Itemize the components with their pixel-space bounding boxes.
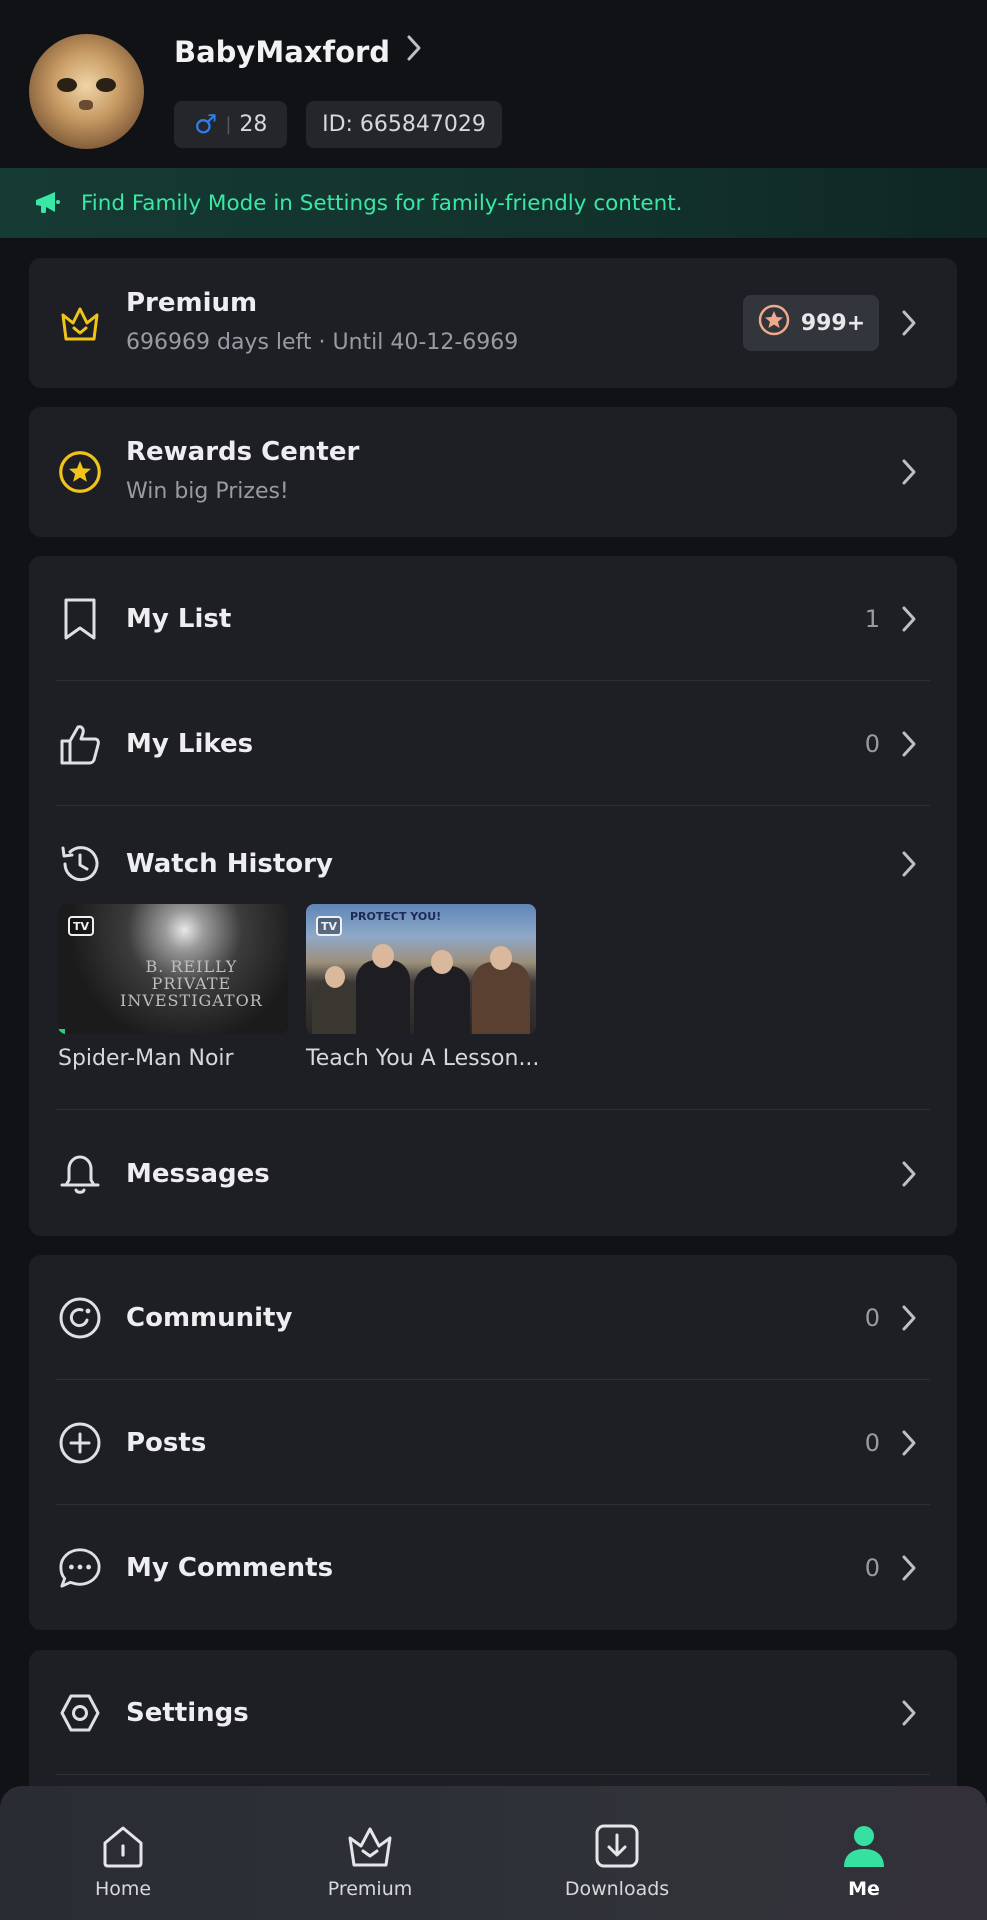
- pill-separator: |: [225, 114, 232, 135]
- avatar-eye: [96, 78, 116, 92]
- crown-icon: [346, 1822, 394, 1870]
- tab-me[interactable]: Me: [741, 1786, 987, 1920]
- tab-label: Downloads: [564, 1878, 670, 1900]
- divider: [56, 1774, 930, 1775]
- banner-text: Find Family Mode in Settings for family-…: [81, 190, 683, 216]
- bookmark-icon: [58, 597, 102, 641]
- community-icon: [58, 1296, 102, 1340]
- person-icon: [840, 1822, 888, 1870]
- community-label: Community: [126, 1302, 293, 1333]
- history-icon: [58, 842, 102, 886]
- bottom-tab-bar: Home Premium Downloads Me: [0, 1786, 987, 1920]
- posts-label: Posts: [126, 1427, 207, 1458]
- history-item-title: Teach You A Lesson...: [306, 1046, 540, 1071]
- my-comments-label: My Comments: [126, 1552, 334, 1583]
- avatar-eye: [57, 78, 77, 92]
- divider: [56, 1109, 930, 1110]
- home-icon: [99, 1822, 147, 1870]
- posts-row[interactable]: Posts 0: [29, 1380, 957, 1505]
- my-comments-count: 0: [864, 1553, 880, 1582]
- tv-badge: TV: [68, 916, 94, 936]
- user-id-pill[interactable]: ID: 665847029: [306, 101, 502, 148]
- username: BabyMaxford: [174, 34, 391, 69]
- social-card: Community 0 Posts 0 My Comments 0: [29, 1255, 957, 1630]
- megaphone-icon: [33, 191, 61, 215]
- chevron-right-icon: [901, 1428, 921, 1458]
- user-id: ID: 665847029: [322, 112, 486, 137]
- my-list-label: My List: [126, 603, 232, 634]
- tab-premium[interactable]: Premium: [247, 1786, 493, 1920]
- poster-figure: [325, 966, 345, 988]
- chevron-right-icon: [901, 849, 921, 879]
- history-item-title: Spider-Man Noir: [58, 1046, 234, 1071]
- library-card: My List 1 My Likes 0 Watch History TV B.…: [29, 556, 957, 1236]
- bell-icon: [58, 1152, 102, 1196]
- chevron-right-icon: [901, 604, 921, 634]
- download-icon: [593, 1822, 641, 1870]
- watch-progress-bar: [58, 1029, 65, 1034]
- my-list-count: 1: [864, 604, 880, 633]
- gear-icon: [58, 1691, 102, 1735]
- community-count: 0: [864, 1303, 880, 1332]
- poster-image: TV B. REILLY PRIVATE INVESTIGATOR: [58, 904, 288, 1034]
- history-item[interactable]: TV B. REILLY PRIVATE INVESTIGATOR Spider…: [58, 904, 288, 1071]
- gender-age-pill: ♂ | 28: [174, 101, 287, 148]
- my-list-row[interactable]: My List 1: [29, 556, 957, 681]
- posts-count: 0: [864, 1428, 880, 1457]
- premium-card[interactable]: Premium 696969 days left · Until 40-12-6…: [29, 258, 957, 388]
- settings-label: Settings: [126, 1697, 249, 1728]
- my-likes-count: 0: [864, 729, 880, 758]
- avatar[interactable]: [29, 34, 144, 149]
- chevron-right-icon: [901, 729, 921, 759]
- my-likes-label: My Likes: [126, 728, 254, 759]
- thumbs-up-icon: [58, 722, 102, 766]
- tab-downloads[interactable]: Downloads: [494, 1786, 740, 1920]
- poster-figure: [372, 944, 394, 968]
- male-icon: ♂: [194, 109, 218, 140]
- chevron-right-icon: [406, 34, 422, 69]
- tab-label: Premium: [327, 1878, 413, 1900]
- chevron-right-icon: [901, 457, 921, 487]
- poster-figure: [490, 946, 512, 970]
- chevron-right-icon: [901, 1553, 921, 1583]
- avatar-nose: [79, 100, 93, 110]
- my-likes-row[interactable]: My Likes 0: [29, 681, 957, 806]
- chevron-right-icon: [901, 308, 921, 338]
- tab-home[interactable]: Home: [0, 1786, 246, 1920]
- poster-figure: [472, 962, 530, 1034]
- rewards-card[interactable]: Rewards Center Win big Prizes!: [29, 407, 957, 537]
- settings-row[interactable]: Settings: [29, 1650, 957, 1775]
- watch-history-list: TV B. REILLY PRIVATE INVESTIGATOR Spider…: [58, 904, 540, 1071]
- poster-figure: [356, 960, 410, 1034]
- age-value: 28: [239, 112, 268, 137]
- poster-figure: [431, 950, 453, 974]
- my-comments-row[interactable]: My Comments 0: [29, 1505, 957, 1630]
- poster-text: B. REILLY PRIVATE INVESTIGATOR: [120, 957, 263, 1010]
- chevron-right-icon: [901, 1698, 921, 1728]
- watch-history-label: Watch History: [126, 848, 333, 879]
- history-item[interactable]: TV PROTECT YOU! Teach You A Lesson...: [306, 904, 540, 1071]
- messages-label: Messages: [126, 1158, 270, 1189]
- comment-bubble-icon: [58, 1546, 102, 1590]
- community-row[interactable]: Community 0: [29, 1255, 957, 1380]
- messages-row[interactable]: Messages: [29, 1111, 957, 1236]
- chevron-right-icon: [901, 1159, 921, 1189]
- poster-text: PROTECT YOU!: [350, 910, 442, 923]
- poster-figure: [414, 966, 470, 1034]
- tab-label: Me: [848, 1878, 880, 1900]
- poster-image: TV PROTECT YOU!: [306, 904, 536, 1034]
- chevron-right-icon: [901, 1303, 921, 1333]
- tv-badge: TV: [316, 916, 342, 936]
- profile-header: BabyMaxford ♂ | 28 ID: 665847029: [0, 0, 987, 168]
- username-link[interactable]: BabyMaxford: [174, 34, 422, 69]
- plus-circle-icon: [58, 1421, 102, 1465]
- tab-label: Home: [94, 1878, 152, 1900]
- family-mode-banner[interactable]: Find Family Mode in Settings for family-…: [0, 168, 987, 238]
